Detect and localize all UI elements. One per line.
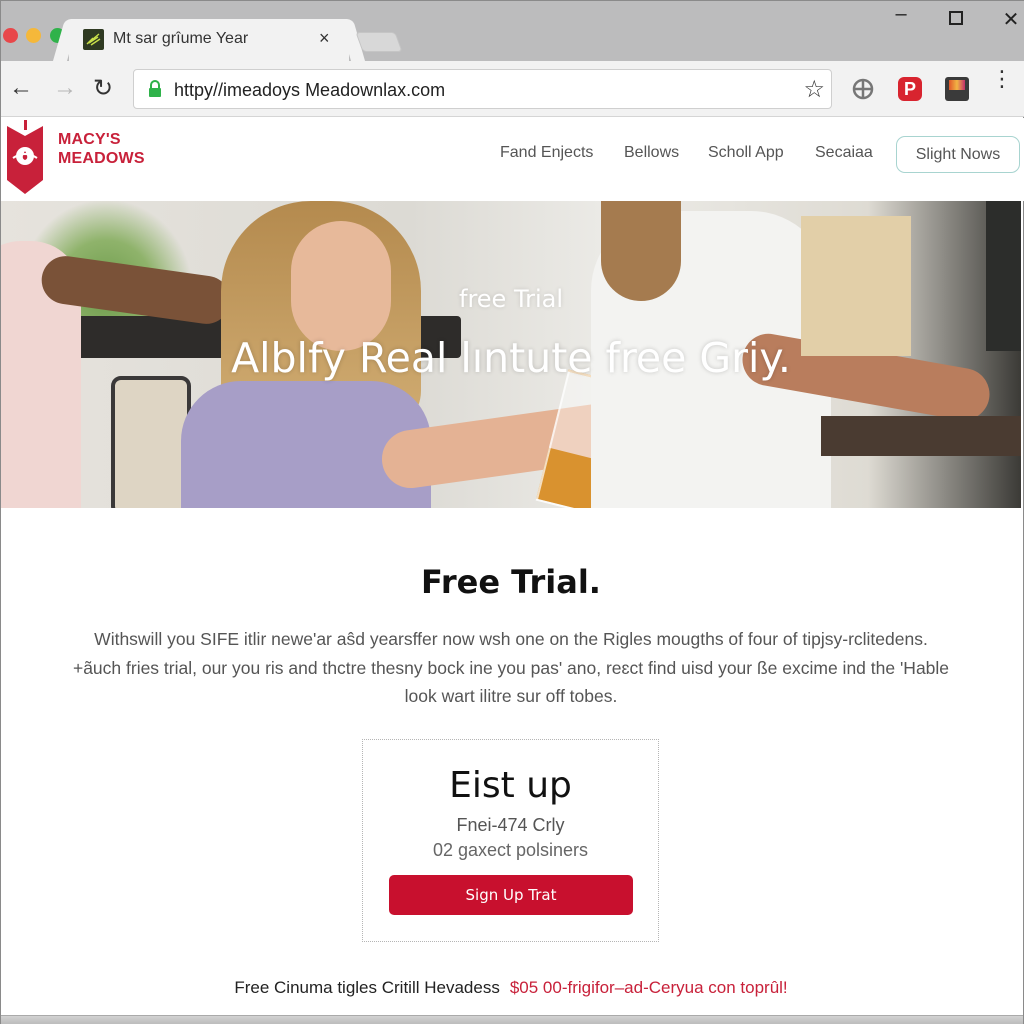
- brand-name[interactable]: MACY'S MEADOWS: [58, 130, 145, 168]
- hero-photo-desk: [821, 416, 1021, 456]
- browser-window: Mt sar grîume Year × – ✕ ← → ↻ httpy//im…: [0, 0, 1024, 1024]
- hero-banner: free Trial Alblfy Real lıntute free Griy…: [1, 201, 1021, 508]
- globe-extension-icon[interactable]: [851, 77, 875, 101]
- back-arrow-icon[interactable]: ←: [9, 74, 33, 102]
- paragraph-line: look wart ilitre sur off tobes.: [404, 686, 618, 706]
- app-extension-icon[interactable]: [945, 77, 969, 101]
- tab-close-icon[interactable]: ×: [319, 28, 330, 49]
- minimize-dot-icon[interactable]: [26, 28, 41, 43]
- nav-link-fand-enjects[interactable]: Fand Enjects: [500, 144, 593, 162]
- hero-photo-monitor: [986, 201, 1021, 351]
- browser-menu-icon[interactable]: ⋮: [991, 68, 1013, 90]
- horizontal-scrollbar[interactable]: [1, 1015, 1023, 1024]
- footer-promo-link[interactable]: $05 00-frigifor–ad-Ceryua con toprûl!: [510, 978, 788, 997]
- lock-icon: [149, 80, 161, 97]
- brand-line-1: MACY'S: [58, 131, 121, 148]
- tab-title: Mt sar grîume Year: [113, 30, 249, 47]
- leaf-favicon-icon: [83, 29, 104, 50]
- hero-subtitle: free Trial: [459, 285, 563, 313]
- intro-paragraph: Withswill you SIFE itlir newe'ar aŝd yea…: [21, 625, 1001, 711]
- brand-line-2: MEADOWS: [58, 150, 145, 167]
- window-maximize-icon[interactable]: [941, 7, 971, 31]
- url-text[interactable]: httpy//imeadoys Meadownlax.com: [174, 80, 445, 101]
- header-cta-button[interactable]: Slight Nows: [896, 136, 1020, 173]
- address-bar[interactable]: httpy//imeadoys Meadownlax.com ☆: [133, 69, 832, 109]
- paragraph-line: Withswill you SIFE itlir newe'ar aŝd yea…: [94, 629, 928, 649]
- nav-link-bellows[interactable]: Bellows: [624, 144, 679, 162]
- paragraph-line: +ãuch fries trial, our you ris and thctr…: [72, 657, 950, 678]
- close-dot-icon[interactable]: [3, 28, 18, 43]
- browser-toolbar: ← → ↻ httpy//imeadoys Meadownlax.com ☆ P…: [1, 61, 1024, 117]
- signup-card: Eist up Fnei-474 Crly 02 gaxect polsiner…: [362, 739, 659, 942]
- nav-link-scholl-app[interactable]: Scholl App: [708, 144, 784, 162]
- tab-strip: Mt sar grîume Year × – ✕: [1, 1, 1024, 61]
- nav-link-secaiaa[interactable]: Secaiaa: [815, 144, 873, 162]
- reload-icon[interactable]: ↻: [93, 74, 113, 103]
- card-title: Eist up: [449, 765, 572, 806]
- brand-logo-icon[interactable]: [5, 120, 49, 194]
- hero-title: Alblfy Real lıntute free Griy.: [231, 334, 791, 382]
- footer-promo-line: Free Cinuma tigles Critill Hevadess $05 0…: [1, 978, 1021, 998]
- sign-up-trial-button[interactable]: Sign Up Trat: [389, 875, 633, 915]
- footer-text: Free Cinuma tigles Critill Hevadess: [234, 978, 500, 997]
- hero-photo-chair: [111, 376, 191, 508]
- window-close-icon[interactable]: ✕: [996, 7, 1024, 32]
- card-note: 02 gaxect polsiners: [432, 840, 589, 860]
- section-title: Free Trial.: [421, 563, 601, 601]
- site-header: MACY'S MEADOWS Fand Enjects Bellows Scho…: [1, 118, 1024, 201]
- bookmark-star-icon[interactable]: ☆: [803, 75, 825, 104]
- pinterest-extension-icon[interactable]: P: [898, 77, 922, 101]
- forward-arrow-icon[interactable]: →: [53, 74, 77, 102]
- window-minimize-icon[interactable]: –: [886, 3, 916, 26]
- browser-tab-active[interactable]: Mt sar grîume Year ×: [69, 19, 349, 61]
- card-price: Fnei-474 Crly: [456, 815, 565, 835]
- new-tab-button[interactable]: [355, 32, 403, 52]
